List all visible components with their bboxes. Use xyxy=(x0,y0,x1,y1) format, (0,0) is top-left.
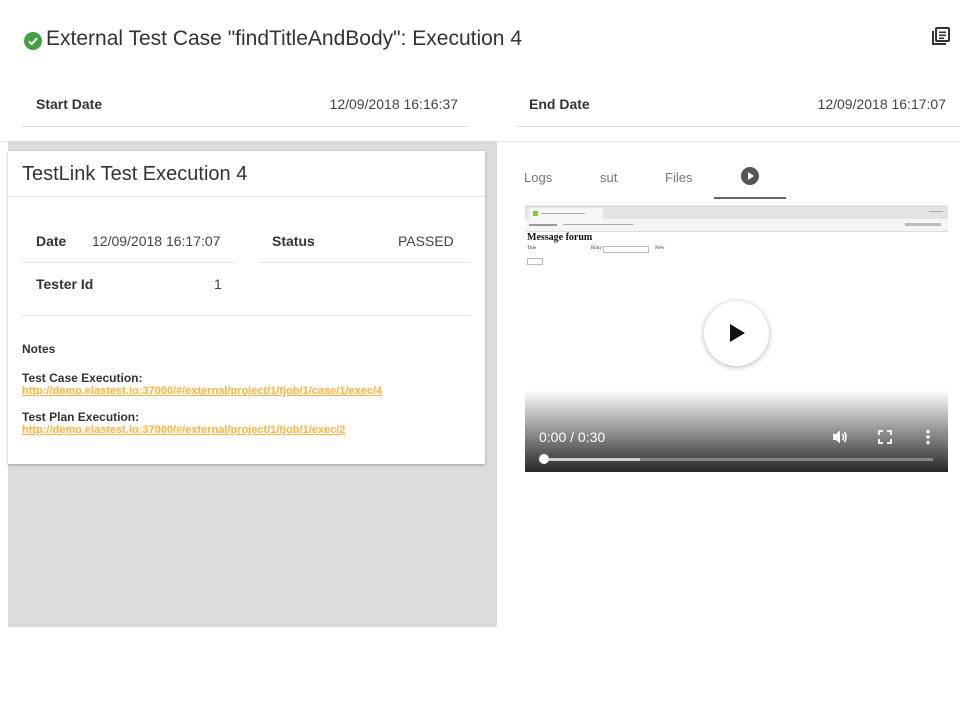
play-circle-icon xyxy=(741,167,759,185)
tab-logs[interactable]: Logs xyxy=(524,170,552,185)
start-date-label: Start Date xyxy=(36,96,103,112)
divider xyxy=(8,196,485,197)
divider xyxy=(22,262,236,263)
page-title: External Test Case "findTitleAndBody": E… xyxy=(46,27,522,50)
video-player[interactable]: Message forum Title Body New 0:00 / 0:30 xyxy=(525,205,948,472)
recorded-title-label: Title xyxy=(527,246,537,251)
recorded-button xyxy=(527,258,543,265)
card-title: TestLink Test Execution 4 xyxy=(22,163,248,185)
recorded-page-heading: Message forum xyxy=(527,232,593,243)
date-label: Date xyxy=(36,233,67,249)
start-date-cell: Start Date 12/09/2018 16:16:37 xyxy=(22,86,468,127)
play-button[interactable] xyxy=(704,301,769,366)
document-icon[interactable] xyxy=(931,26,951,46)
time-display: 0:00 / 0:30 xyxy=(539,429,606,445)
more-vert-icon[interactable] xyxy=(919,428,937,446)
tester-id-value: 1 xyxy=(214,276,222,292)
start-date-value: 12/09/2018 16:16:37 xyxy=(329,96,458,112)
progress-track[interactable] xyxy=(543,458,933,461)
status-value: PASSED xyxy=(398,233,454,249)
plan-execution-link[interactable]: http://demo.elastest.io:37000/#/external… xyxy=(22,424,345,436)
check-circle-icon xyxy=(24,32,42,50)
volume-icon[interactable] xyxy=(831,428,849,446)
tab-video[interactable] xyxy=(714,156,786,199)
end-date-value: 12/09/2018 16:17:07 xyxy=(817,96,946,112)
execution-dates: Start Date 12/09/2018 16:16:37 End Date … xyxy=(0,86,960,130)
end-date-cell: End Date 12/09/2018 16:17:07 xyxy=(515,86,960,127)
tester-id-label: Tester Id xyxy=(36,276,94,292)
case-execution-label: Test Case Execution: xyxy=(22,371,143,385)
recorded-body-field xyxy=(603,246,649,253)
date-value: 12/09/2018 16:17:07 xyxy=(92,233,221,249)
recorded-new-button: New xyxy=(655,246,665,251)
tab-bar: Logs sut Files xyxy=(514,156,960,199)
recorded-browser-tabbar xyxy=(525,205,948,219)
progress-knob[interactable] xyxy=(539,454,549,464)
status-label: Status xyxy=(272,233,315,249)
plan-execution-label: Test Plan Execution: xyxy=(22,410,140,424)
fullscreen-icon[interactable] xyxy=(876,428,894,446)
page-header: External Test Case "findTitleAndBody": E… xyxy=(0,0,960,80)
notes-label: Notes xyxy=(22,342,56,356)
tab-sut[interactable]: sut xyxy=(600,170,617,185)
divider xyxy=(258,262,471,263)
tab-files[interactable]: Files xyxy=(665,170,692,185)
end-date-label: End Date xyxy=(529,96,590,112)
execution-card: TestLink Test Execution 4 Date 12/09/201… xyxy=(8,151,485,464)
recorded-body-label: Body xyxy=(591,246,602,251)
progress-buffer xyxy=(543,458,640,461)
recorded-browser-addressbar xyxy=(525,219,948,232)
case-execution-link[interactable]: http://demo.elastest.io:37000/#/external… xyxy=(22,385,382,397)
divider xyxy=(22,315,471,316)
